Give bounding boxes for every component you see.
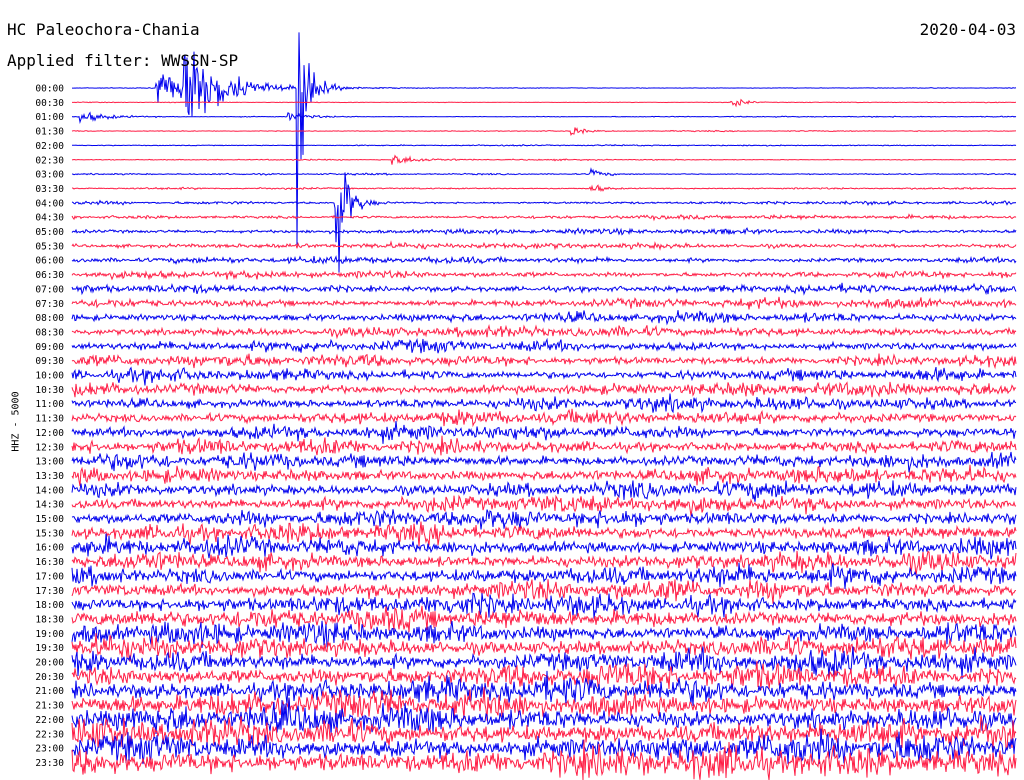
tick-label-0500: 05:00	[35, 227, 64, 238]
tick-label-1330: 13:30	[35, 471, 64, 482]
trace-0500	[71, 227, 1017, 236]
station-name: HC Paleochora-Chania	[7, 20, 200, 39]
tick-label-2030: 20:30	[35, 672, 64, 683]
tick-label-0430: 04:30	[35, 213, 64, 224]
tick-label-0000: 00:00	[35, 84, 64, 95]
trace-1000	[71, 366, 1017, 386]
trace-1830	[71, 605, 1017, 633]
tick-label-0300: 03:00	[35, 170, 64, 181]
seismogram-plot: 00:00 00:30 01:00 01:30 02:00 02:30 03:00 03:30…	[35, 32, 1017, 780]
seismogram-traces	[71, 32, 1017, 780]
tick-label-1830: 18:30	[35, 614, 64, 625]
tick-label-1800: 18:00	[35, 600, 64, 611]
trace-1100	[71, 393, 1017, 414]
trace-1400	[71, 480, 1017, 502]
trace-0830	[71, 324, 1017, 340]
trace-0930	[71, 353, 1017, 370]
tick-label-0730: 07:30	[35, 299, 64, 310]
tick-label-2230: 22:30	[35, 729, 64, 740]
trace-0430	[71, 213, 1017, 222]
tick-label-2330: 23:30	[35, 758, 64, 769]
tick-label-1300: 13:00	[35, 457, 64, 468]
trace-0700	[71, 282, 1017, 296]
tick-label-1200: 12:00	[35, 428, 64, 439]
tick-label-1730: 17:30	[35, 586, 64, 597]
trace-1300	[71, 451, 1017, 473]
trace-0730	[71, 296, 1017, 310]
tick-label-2000: 20:00	[35, 658, 64, 669]
trace-1330	[71, 464, 1017, 487]
trace-1800	[71, 592, 1017, 619]
trace-0900	[71, 337, 1017, 354]
trace-1500	[71, 509, 1017, 530]
tick-label-0930: 09:30	[35, 356, 64, 367]
tick-label-1930: 19:30	[35, 643, 64, 654]
trace-0530	[71, 240, 1017, 251]
tick-label-0530: 05:30	[35, 241, 64, 252]
tick-label-2200: 22:00	[35, 715, 64, 726]
trace-1600	[71, 533, 1017, 560]
trace-1130	[71, 408, 1017, 428]
tick-label-1530: 15:30	[35, 528, 64, 539]
tick-label-1100: 11:00	[35, 399, 64, 410]
trace-1730	[71, 579, 1017, 604]
trace-1530	[71, 521, 1017, 547]
tick-label-1030: 10:30	[35, 385, 64, 396]
trace-0330	[71, 184, 1017, 193]
tick-label-1500: 15:00	[35, 514, 64, 525]
tick-label-0130: 01:30	[35, 127, 64, 138]
tick-label-0200: 02:00	[35, 141, 64, 152]
tick-label-0630: 06:30	[35, 270, 64, 281]
tick-label-0700: 07:00	[35, 284, 64, 295]
trace-0630	[71, 269, 1017, 281]
tick-label-0230: 02:30	[35, 155, 64, 166]
filter-label: Applied filter: WWSSN-SP	[7, 51, 239, 70]
tick-label-1900: 19:00	[35, 629, 64, 640]
tick-label-2100: 21:00	[35, 686, 64, 697]
tick-label-1130: 11:30	[35, 414, 64, 425]
tick-label-1430: 14:30	[35, 500, 64, 511]
tick-label-0900: 09:00	[35, 342, 64, 353]
tick-label-0400: 04:00	[35, 198, 64, 209]
trace-1200	[71, 421, 1017, 444]
tick-label-0830: 08:30	[35, 327, 64, 338]
time-tick-labels: 00:00 00:30 01:00 01:30 02:00 02:30 03:00 03:30…	[35, 84, 64, 769]
trace-1700	[71, 562, 1017, 589]
trace-0600	[71, 255, 1017, 266]
trace-1230	[71, 435, 1017, 456]
trace-0130	[71, 127, 1016, 137]
record-date: 2020-04-03	[919, 20, 1016, 39]
tick-label-1000: 10:00	[35, 371, 64, 382]
tick-label-1400: 14:00	[35, 485, 64, 496]
trace-0400	[71, 172, 1017, 273]
tick-label-0330: 03:30	[35, 184, 64, 195]
trace-0200	[71, 143, 1017, 147]
tick-label-0800: 08:00	[35, 313, 64, 324]
tick-label-2300: 23:00	[35, 744, 64, 755]
trace-1430	[71, 494, 1017, 516]
trace-0300	[71, 167, 1017, 177]
tick-label-1230: 12:30	[35, 442, 64, 453]
trace-0230	[71, 154, 1017, 165]
tick-label-1700: 17:00	[35, 571, 64, 582]
tick-label-0100: 01:00	[35, 112, 64, 123]
trace-1030	[71, 381, 1017, 398]
tick-label-0600: 06:00	[35, 256, 64, 267]
tick-label-2130: 21:30	[35, 701, 64, 712]
channel-label: HHZ - 5000	[10, 391, 22, 452]
tick-label-1600: 16:00	[35, 543, 64, 554]
trace-0030	[72, 98, 1017, 108]
trace-0800	[71, 310, 1017, 326]
tick-label-0030: 00:30	[35, 98, 64, 109]
trace-0100	[71, 111, 1017, 124]
tick-label-1630: 16:30	[35, 557, 64, 568]
